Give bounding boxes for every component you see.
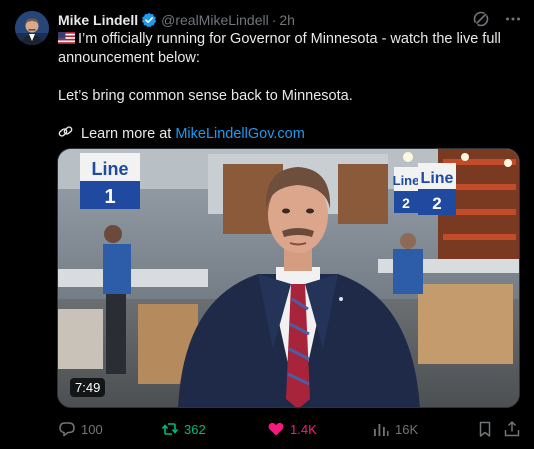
website-link[interactable]: MikeLindellGov.com [175,126,304,142]
tweet-line-1: I’m officially running for Governor of M… [58,30,522,68]
reply-count: 100 [81,421,103,437]
views-chart-icon [374,424,389,436]
action-bar: 100 362 1.4K 16K [58,418,522,440]
header-actions [472,10,522,30]
views-button[interactable]: 16K [372,418,418,440]
avatar-image [15,11,49,45]
author-name[interactable]: Mike Lindell [58,12,138,28]
video-player[interactable]: Line 1 Line 2 Line 2 7:49 [57,148,520,408]
sign-left-label: Line [91,159,128,179]
learn-more-text: Learn more at [81,126,176,142]
tweet-header: Mike Lindell @realMikeLindell · 2h [58,10,522,30]
repost-count: 362 [184,421,206,437]
grok-icon[interactable] [472,10,490,31]
like-count: 1.4K [290,421,317,437]
heart-icon [268,422,284,436]
sign-right-b-number: 2 [432,194,441,213]
avatar[interactable] [15,11,49,45]
tweet: Mike Lindell @realMikeLindell · 2h I’m o… [0,0,534,449]
video-duration: 7:49 [70,378,106,397]
link-icon [58,126,81,142]
repost-button[interactable]: 362 [161,418,206,440]
view-count: 16K [395,421,419,437]
more-options-icon[interactable] [504,10,522,31]
tweet-line-1-text: I’m officially running for Governor of M… [58,31,501,66]
verified-badge-icon [141,12,157,28]
tweet-text: I’m officially running for Governor of M… [58,30,522,144]
sign-right-b-label: Line [421,170,454,187]
tweet-line-2: Let’s bring common sense back to Minneso… [58,88,353,104]
sign-right-a-number: 2 [402,195,410,211]
us-flag-icon [58,31,75,44]
tweet-line-3: Learn more at MikeLindellGov.com [58,125,522,144]
share-button[interactable] [503,418,521,440]
separator-dot: · [271,12,277,28]
post-time[interactable]: 2h [279,12,295,28]
share-icon [504,420,520,437]
sign-right-a-label: Line [393,173,420,188]
video-frame: Line 1 Line 2 Line 2 [58,149,519,407]
like-button[interactable]: 1.4K [267,418,317,440]
author-handle[interactable]: @realMikeLindell [161,12,269,28]
reply-icon [59,422,75,437]
repost-icon [161,423,179,435]
bookmark-icon [479,421,491,437]
bookmark-button[interactable] [476,418,494,440]
sign-left-number: 1 [104,186,115,208]
reply-button[interactable]: 100 [58,418,103,440]
